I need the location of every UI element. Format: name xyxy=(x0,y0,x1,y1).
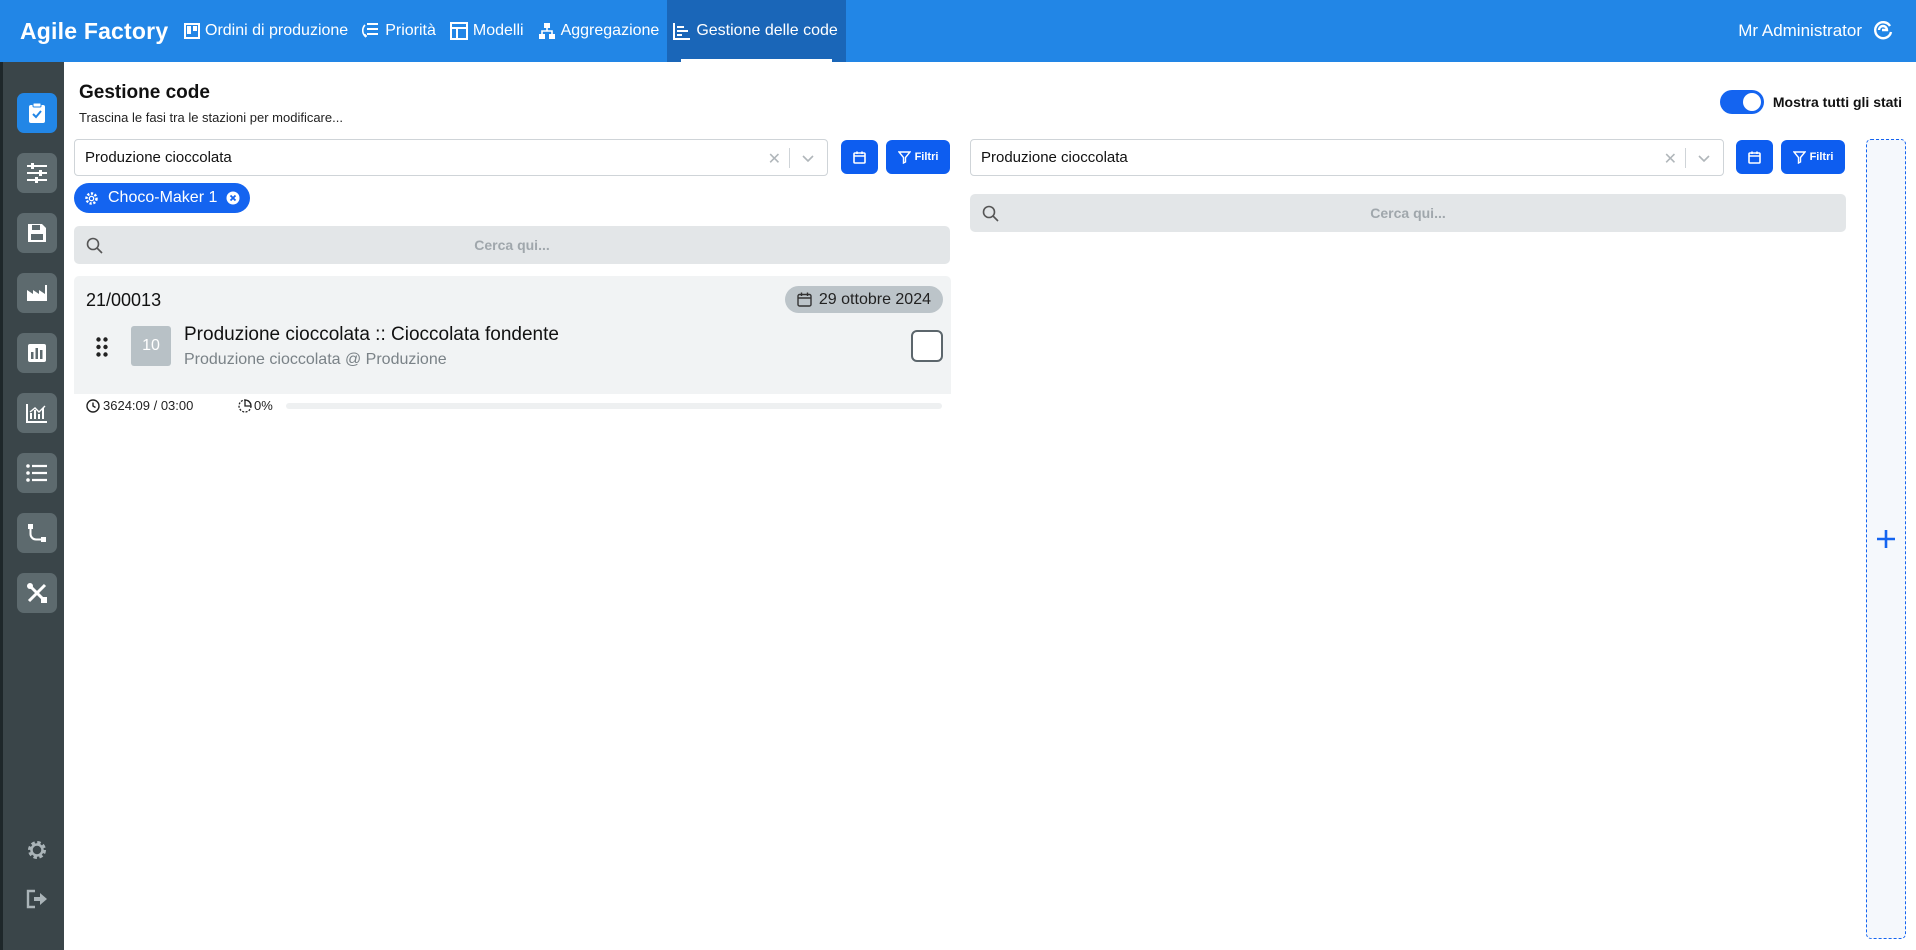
nav-ordini-di-produzione[interactable]: Ordini di produzione xyxy=(178,0,356,62)
clear-icon[interactable]: ✕ xyxy=(1664,149,1677,169)
settings-icon xyxy=(85,191,98,205)
nav-modelli[interactable]: Modelli xyxy=(444,0,532,62)
nav-label: Gestione delle code xyxy=(696,22,838,39)
calendar-icon xyxy=(797,292,812,307)
phase-title: Produzione cioccolata :: Cioccolata fond… xyxy=(184,324,559,345)
layout-icon xyxy=(449,22,468,40)
calendar-icon xyxy=(853,151,866,164)
right-filter-button[interactable]: Filtri xyxy=(1781,140,1845,174)
left-station-select[interactable]: Produzione cioccolata ✕ xyxy=(74,139,828,176)
sidebar-item-tools[interactable] xyxy=(17,573,57,613)
chevron-down-icon[interactable] xyxy=(801,151,815,165)
sidebar-item-workflow[interactable] xyxy=(17,513,57,553)
priority-list-icon xyxy=(362,23,379,38)
hierarchy-icon xyxy=(538,23,555,39)
tools-icon xyxy=(27,583,47,603)
add-column-button[interactable] xyxy=(1866,139,1906,939)
line-chart-icon xyxy=(26,404,47,423)
order-code: 21/00013 xyxy=(86,290,162,310)
sidebar-settings[interactable] xyxy=(22,835,52,865)
sidebar-item-queue[interactable] xyxy=(17,93,57,133)
logout-icon xyxy=(26,889,47,909)
nav-label: Modelli xyxy=(472,22,524,39)
left-station-value: Produzione cioccolata xyxy=(85,149,232,166)
sliders-icon xyxy=(27,163,47,183)
chevron-down-icon[interactable] xyxy=(1697,151,1711,165)
filter-label: Filtri xyxy=(914,151,939,163)
filter-icon xyxy=(1792,150,1806,164)
right-search-input[interactable] xyxy=(970,194,1846,232)
left-filter-button[interactable]: Filtri xyxy=(886,140,950,174)
toggle-knob xyxy=(1742,93,1761,111)
show-all-states-control: Mostra tutti gli stati xyxy=(1719,90,1902,114)
bar-chart-icon xyxy=(28,344,46,362)
progress-percent: 0% xyxy=(254,398,273,413)
left-calendar-button[interactable] xyxy=(841,140,878,174)
clear-icon[interactable]: ✕ xyxy=(768,149,781,169)
filter-icon xyxy=(897,150,911,164)
left-search-box[interactable] xyxy=(74,226,950,264)
right-calendar-button[interactable] xyxy=(1736,140,1773,174)
nav-label: Aggregazione xyxy=(560,22,660,39)
order-date: 29 ottobre 2024 xyxy=(818,290,931,308)
right-search-box[interactable] xyxy=(970,194,1846,232)
right-station-select[interactable]: Produzione cioccolata ✕ xyxy=(970,139,1724,176)
right-station-value: Produzione cioccolata xyxy=(981,149,1128,166)
filter-label: Filtri xyxy=(1809,151,1834,163)
user-logo-icon[interactable] xyxy=(1872,19,1894,41)
date-badge: 29 ottobre 2024 xyxy=(784,286,943,313)
workflow-icon xyxy=(28,524,46,542)
drag-handle-icon[interactable] xyxy=(96,337,108,357)
sidebar-item-save[interactable] xyxy=(17,213,57,253)
sidebar-item-reports[interactable] xyxy=(17,333,57,373)
queue-card[interactable]: 21/00013 29 ottobre 2024 10 Produzione c… xyxy=(74,276,951,418)
sidebar-logout[interactable] xyxy=(22,884,52,914)
queue-chart-icon xyxy=(673,23,691,40)
sidebar-item-list[interactable] xyxy=(17,453,57,493)
nav-label: Ordini di produzione xyxy=(205,22,349,39)
phase-subtitle: Produzione cioccolata @ Produzione xyxy=(184,351,447,368)
nav-gestione-delle-code[interactable]: Gestione delle code xyxy=(667,0,846,62)
app-brand[interactable]: Agile Factory xyxy=(0,18,178,45)
progress-bar xyxy=(286,403,942,409)
sidebar-item-analytics[interactable] xyxy=(17,393,57,433)
station-chip-label: Choco-Maker 1 xyxy=(108,189,218,206)
calendar-icon xyxy=(1748,151,1761,164)
time-value: 3624:09 / 03:00 xyxy=(103,398,194,413)
clock-icon xyxy=(86,398,100,413)
sidebar-item-planning[interactable] xyxy=(17,153,57,193)
sequence-badge: 10 xyxy=(131,326,171,366)
search-icon xyxy=(86,237,103,254)
select-divider xyxy=(1685,148,1686,168)
factory-icon xyxy=(27,285,47,301)
page-title: Gestione code xyxy=(79,82,210,103)
progress-info: 0% xyxy=(238,398,273,413)
sidebar xyxy=(0,62,64,950)
page-subtitle: Trascina le fasi tra le stazioni per mod… xyxy=(79,110,343,125)
plus-icon xyxy=(1877,530,1895,548)
board-icon xyxy=(184,23,200,39)
nav-aggregazione[interactable]: Aggregazione xyxy=(532,0,668,62)
nav-priorita[interactable]: Priorità xyxy=(356,0,444,62)
station-chip[interactable]: Choco-Maker 1 xyxy=(74,183,251,213)
left-search-input[interactable] xyxy=(74,226,950,264)
nav-label: Priorità xyxy=(385,22,436,39)
time-info: 3624:09 / 03:00 xyxy=(86,398,193,413)
gear-icon xyxy=(28,841,46,859)
clipboard-check-icon xyxy=(29,102,45,123)
select-checkbox[interactable] xyxy=(911,330,943,362)
user-name[interactable]: Mr Administrator xyxy=(1738,0,1862,62)
card-footer: 3624:09 / 03:00 0% xyxy=(74,394,951,418)
select-divider xyxy=(789,148,790,168)
pie-progress-icon xyxy=(238,398,252,413)
top-navbar: Agile Factory Ordini di produzione Prior… xyxy=(0,0,1916,62)
sidebar-item-factory[interactable] xyxy=(17,273,57,313)
show-all-states-label: Mostra tutti gli stati xyxy=(1772,94,1902,110)
search-icon xyxy=(982,205,999,222)
remove-chip-icon[interactable] xyxy=(226,191,240,205)
show-all-states-toggle[interactable] xyxy=(1719,90,1764,114)
list-icon xyxy=(26,464,47,482)
floppy-disk-icon xyxy=(28,224,46,242)
